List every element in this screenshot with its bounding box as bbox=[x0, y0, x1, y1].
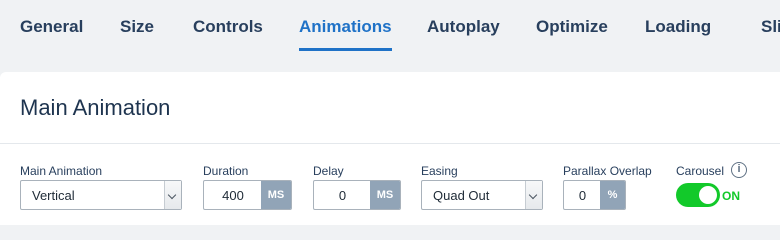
easing-select[interactable]: Quad Out bbox=[421, 180, 543, 210]
tab-autoplay[interactable]: Autoplay bbox=[427, 0, 500, 52]
chevron-down-icon bbox=[164, 181, 181, 209]
tab-size[interactable]: Size bbox=[120, 0, 154, 52]
parallax-overlap-label: Parallax Overlap bbox=[563, 164, 652, 178]
carousel-label: Carousel bbox=[676, 164, 725, 178]
main-animation-value: Vertical bbox=[32, 188, 75, 203]
tab-loading[interactable]: Loading bbox=[645, 0, 711, 52]
delay-unit: MS bbox=[370, 181, 400, 209]
parallax-overlap-value: 0 bbox=[578, 188, 587, 203]
main-animation-select[interactable]: Vertical bbox=[20, 180, 182, 210]
tab-animations[interactable]: Animations bbox=[299, 0, 392, 52]
delay-label: Delay bbox=[313, 164, 344, 178]
main-animation-label: Main Animation bbox=[20, 164, 103, 178]
duration-input[interactable]: 400 MS bbox=[203, 180, 292, 210]
tab-general[interactable]: General bbox=[20, 0, 83, 52]
info-icon[interactable]: i bbox=[731, 162, 747, 178]
tab-controls[interactable]: Controls bbox=[193, 0, 263, 52]
parallax-overlap-input[interactable]: 0 % bbox=[563, 180, 626, 210]
section-divider bbox=[0, 143, 780, 144]
carousel-toggle[interactable] bbox=[676, 183, 720, 207]
carousel-toggle-state: ON bbox=[722, 189, 740, 203]
tab-slides[interactable]: Slides bbox=[761, 0, 780, 52]
delay-value: 0 bbox=[338, 188, 347, 203]
duration-value: 400 bbox=[222, 188, 244, 203]
tab-bar: General Size Controls Animations Autopla… bbox=[0, 0, 780, 52]
parallax-overlap-unit: % bbox=[600, 181, 625, 209]
duration-label: Duration bbox=[203, 164, 249, 178]
section-title: Main Animation bbox=[20, 95, 171, 120]
toggle-knob bbox=[699, 186, 717, 204]
delay-input[interactable]: 0 MS bbox=[313, 180, 401, 210]
tab-optimize[interactable]: Optimize bbox=[536, 0, 608, 52]
chevron-down-icon bbox=[525, 181, 542, 209]
duration-unit: MS bbox=[261, 181, 291, 209]
easing-label: Easing bbox=[421, 164, 458, 178]
easing-value: Quad Out bbox=[433, 188, 490, 203]
